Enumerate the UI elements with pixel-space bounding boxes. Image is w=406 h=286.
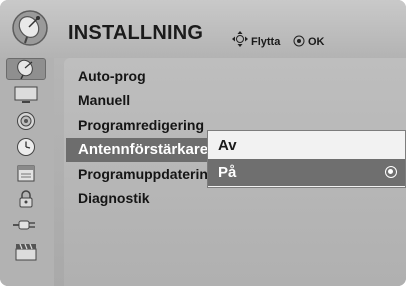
menu-item-antennforstarkare[interactable]: Antennförstärkare [66,138,220,162]
menu-item-programuppdatering[interactable]: Programuppdatering [78,162,208,186]
menu-item-manuell[interactable]: Manuell [78,88,130,112]
settings-screen: INSTALLNING Flytta OK Auto-prog Manuell … [0,0,406,286]
sidebar-item-time[interactable] [6,136,46,158]
radio-selected-icon [385,166,397,178]
sidebar-item-setup[interactable] [6,58,46,80]
menu-item-diagnostik[interactable]: Diagnostik [78,186,150,210]
sidebar-item-audio[interactable] [6,110,46,132]
speaker-icon [17,112,35,130]
option-pa[interactable]: På [208,159,405,186]
monitor-icon [14,86,38,103]
ok-button-icon [293,34,305,47]
sidebar-item-picture[interactable] [6,84,46,106]
sidebar-item-options[interactable] [6,162,46,184]
header-bar: INSTALLNING Flytta OK [0,0,406,58]
calendar-icon [17,165,35,182]
sidebar-item-media[interactable] [6,240,46,262]
connector-icon [13,220,35,230]
option-popup: Av På [207,130,406,188]
page-title: INSTALLNING [68,22,204,44]
option-pa-label: På [218,164,237,181]
ok-hint-label: OK [308,36,325,48]
move-hint-label: Flytta [251,36,281,48]
category-sidebar [0,58,54,286]
clapperboard-icon [15,243,37,261]
padlock-icon [19,190,33,208]
move-arrows-icon [232,31,248,47]
clock-icon [17,138,35,156]
sidebar-item-lock[interactable] [6,188,46,210]
menu-item-auto-prog[interactable]: Auto-prog [78,64,146,88]
satellite-dish-icon [10,8,50,48]
option-av[interactable]: Av [208,132,405,159]
option-av-label: Av [218,137,237,154]
sidebar-item-input[interactable] [6,214,46,236]
menu-item-programredigering[interactable]: Programredigering [78,113,208,137]
satellite-dish-icon [17,59,33,79]
